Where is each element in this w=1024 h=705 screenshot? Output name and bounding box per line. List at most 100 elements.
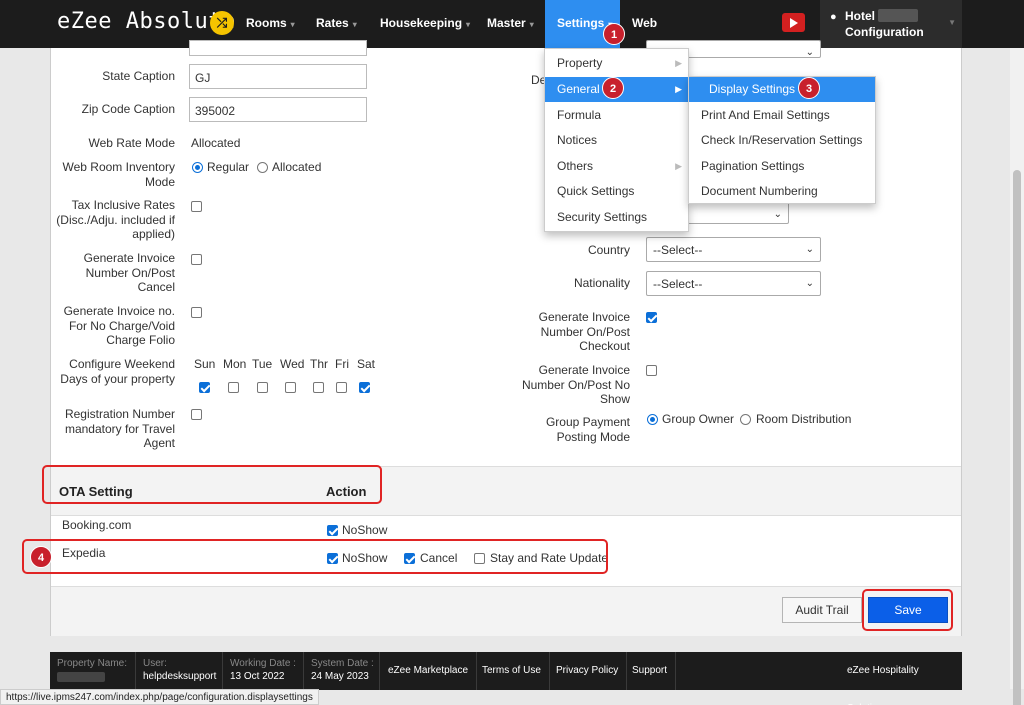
gen-invoice-nocharge-checkbox[interactable]	[191, 307, 202, 318]
footer-privacy-link[interactable]: Privacy Policy	[548, 652, 628, 690]
radio-room-distribution-label: Room Distribution	[756, 412, 852, 426]
partial-top-input[interactable]	[189, 40, 367, 56]
day-sat-label: Sat	[357, 357, 376, 371]
menu-others[interactable]: Others ▶	[545, 154, 688, 179]
footer-user: User: helpdesksupport	[136, 652, 223, 690]
booking-noshow-label: NoShow	[342, 523, 388, 537]
property-name-redacted	[57, 672, 105, 682]
hotel-menu[interactable]: ● Hotel Configuration ▼	[820, 0, 962, 48]
day-fri-checkbox[interactable]	[336, 382, 347, 393]
status-url: https://live.ipms247.com/index.php/page/…	[0, 689, 319, 705]
radio-room-distribution[interactable]	[740, 414, 751, 425]
menu-quick-settings[interactable]: Quick Settings	[545, 179, 688, 204]
hotel-label: Hotel	[845, 9, 875, 23]
tax-inclusive-label: Tax Inclusive Rates (Disc./Adju. include…	[56, 198, 175, 241]
annotation-expedia-row-box	[22, 539, 608, 574]
gen-invoice-nocharge-label: Generate Invoice no. For No Charge/Void …	[63, 304, 175, 347]
day-thr-label: Thr	[310, 357, 328, 371]
state-caption-input[interactable]: GJ	[189, 64, 367, 89]
zip-caption-label: Zip Code Caption	[81, 102, 175, 116]
radio-regular-label: Regular	[207, 160, 250, 174]
audit-trail-button[interactable]: Audit Trail	[782, 597, 862, 623]
footer-company: eZee Hospitality Solution	[847, 665, 919, 705]
gen-invoice-noshow-checkbox[interactable]	[646, 365, 657, 376]
footer-system-date: System Date : 24 May 2023	[304, 652, 380, 690]
gen-invoice-checkout-checkbox[interactable]	[646, 312, 657, 323]
group-payment-label: Group Payment Posting Mode	[545, 415, 630, 444]
gen-invoice-checkout-label: Generate Invoice Number On/Post Checkout	[538, 310, 630, 353]
chevron-right-icon: ▶	[675, 161, 682, 171]
gen-invoice-cancel-label: Generate Invoice Number On/Post Cancel	[83, 251, 175, 294]
tax-inclusive-checkbox[interactable]	[191, 201, 202, 212]
day-fri-label: Fri	[335, 357, 349, 371]
zip-caption-input[interactable]: 395002	[189, 97, 367, 122]
day-wed-checkbox[interactable]	[285, 382, 296, 393]
radio-regular[interactable]	[192, 162, 203, 173]
state-caption-label: State Caption	[102, 69, 175, 83]
weekend-days-label: Configure Weekend Days of your property	[60, 357, 175, 386]
footer-bar: Property Name: User: helpdesksupport Wor…	[50, 652, 962, 705]
chevron-right-icon: ▶	[675, 84, 682, 94]
nav-housekeeping[interactable]: Housekeeping ▾	[368, 0, 482, 48]
footer-terms-link[interactable]: Terms of Use	[474, 652, 550, 690]
radio-group-owner-label: Group Owner	[662, 412, 735, 426]
footer-support-link[interactable]: Support	[624, 652, 677, 690]
reg-number-checkbox[interactable]	[191, 409, 202, 420]
submenu-display-settings[interactable]: Display Settings	[689, 77, 875, 102]
day-sun-label: Sun	[194, 357, 216, 371]
shuffle-icon[interactable]: ⤮	[210, 11, 234, 35]
day-tue-label: Tue	[252, 357, 273, 371]
menu-notices[interactable]: Notices	[545, 128, 688, 153]
submenu-document-numbering[interactable]: Document Numbering	[689, 179, 875, 204]
page-scrollbar[interactable]	[1010, 48, 1024, 705]
booking-noshow-checkbox[interactable]	[327, 525, 338, 536]
gen-invoice-noshow-label: Generate Invoice Number On/Post No Show	[521, 363, 630, 406]
annotation-badge-1: 1	[603, 23, 625, 45]
day-mon-checkbox[interactable]	[228, 382, 239, 393]
submenu-print-email[interactable]: Print And Email Settings	[689, 103, 875, 128]
footer-marketplace-link[interactable]: eZee Marketplace	[380, 652, 478, 690]
web-rate-mode-label: Web Rate Mode	[88, 136, 176, 150]
menu-formula[interactable]: Formula	[545, 103, 688, 128]
annotation-save-box	[862, 589, 953, 631]
country-label: Country	[587, 243, 630, 257]
web-room-inventory-label: Web Room Inventory Mode	[62, 160, 176, 189]
brand-logo[interactable]: eZee Absolute	[57, 9, 236, 34]
submenu-pagination[interactable]: Pagination Settings	[689, 154, 875, 179]
ota-booking-name: Booking.com	[62, 518, 132, 532]
day-mon-label: Mon	[223, 357, 247, 371]
day-sat-checkbox[interactable]	[359, 382, 370, 393]
radio-group-owner[interactable]	[647, 414, 658, 425]
gen-invoice-cancel-checkbox[interactable]	[191, 254, 202, 265]
day-tue-checkbox[interactable]	[257, 382, 268, 393]
chevron-down-icon: ⌄	[805, 278, 814, 289]
user-icon: ●	[830, 11, 837, 23]
scrollbar-thumb[interactable]	[1013, 170, 1021, 705]
youtube-icon[interactable]	[782, 13, 805, 32]
hotel-name-redacted	[878, 9, 918, 22]
radio-allocated[interactable]	[257, 162, 268, 173]
hotel-sublabel: Configuration	[845, 25, 924, 39]
menu-property[interactable]: Property ▶	[545, 51, 688, 76]
day-wed-label: Wed	[280, 357, 305, 371]
chevron-down-icon: ⌄	[805, 244, 814, 255]
chevron-down-icon: ▼	[948, 18, 956, 27]
day-thr-checkbox[interactable]	[313, 382, 324, 393]
submenu-checkin-reservation[interactable]: Check In/Reservation Settings	[689, 128, 875, 153]
general-submenu: Display Settings Print And Email Setting…	[688, 76, 876, 204]
country-select[interactable]: --Select-- ⌄	[646, 237, 821, 262]
settings-dropdown: Property ▶ General ▶ Formula Notices Other…	[544, 48, 689, 232]
footer-working-date: Working Date : 13 Oct 2022	[223, 652, 304, 690]
nationality-select[interactable]: --Select-- ⌄	[646, 271, 821, 296]
nationality-label: Nationality	[573, 276, 630, 290]
nav-master[interactable]: Master ▾	[475, 0, 546, 48]
footer-property: Property Name:	[50, 652, 136, 690]
day-sun-checkbox[interactable]	[199, 382, 210, 393]
reg-number-label: Registration Number mandatory for Travel…	[64, 407, 175, 450]
menu-security-settings[interactable]: Security Settings	[545, 205, 688, 230]
annotation-badge-4: 4	[30, 546, 52, 568]
annotation-badge-2: 2	[602, 77, 624, 99]
web-rate-mode-value: Allocated	[191, 136, 241, 150]
radio-allocated-label: Allocated	[272, 160, 322, 174]
annotation-ota-header-box	[42, 465, 382, 504]
